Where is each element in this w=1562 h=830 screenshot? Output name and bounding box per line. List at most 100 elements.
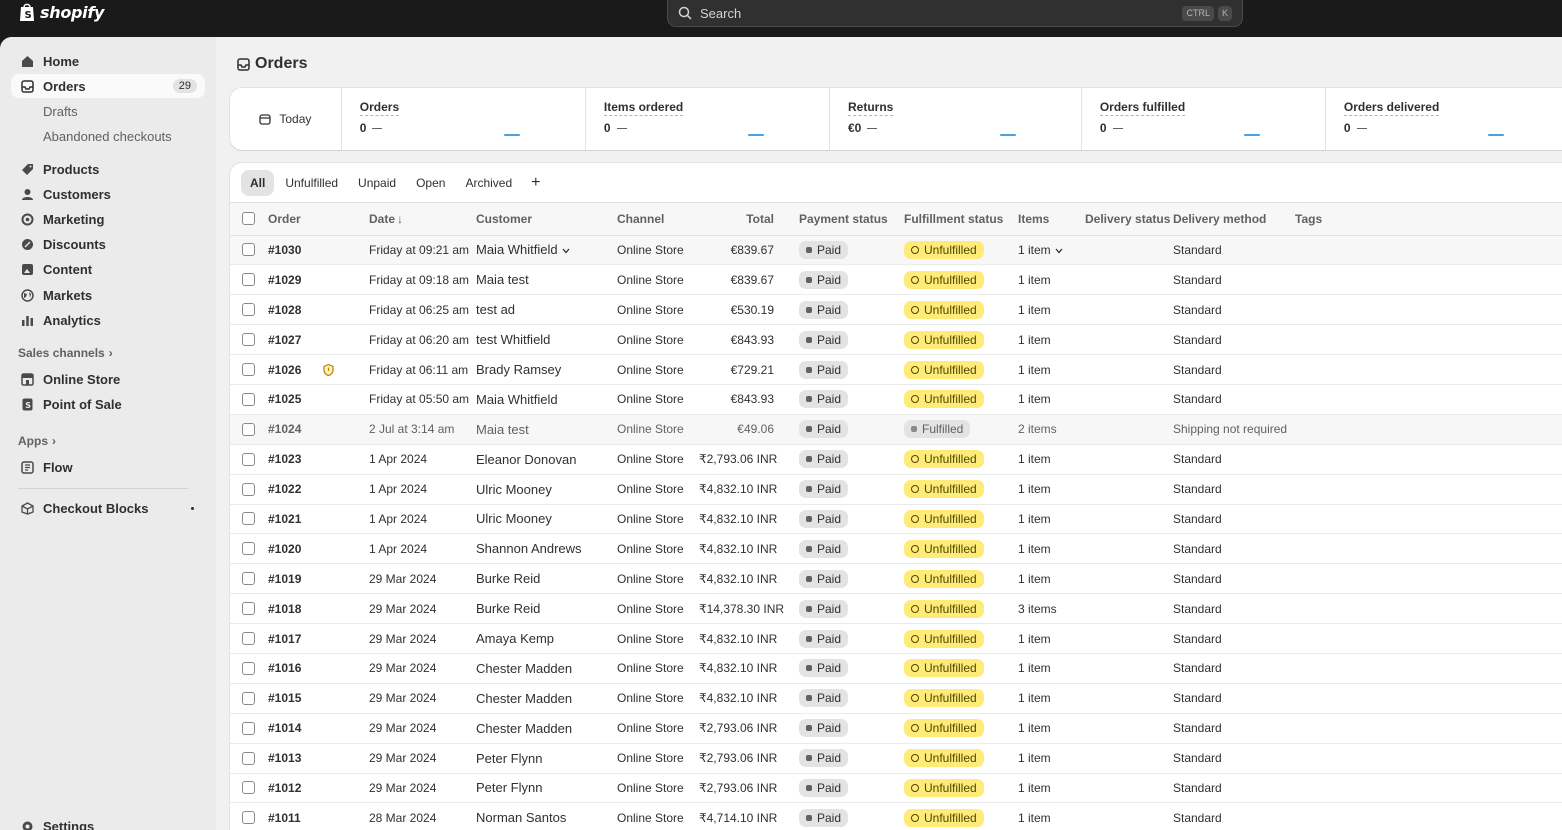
order-number-cell[interactable]: #1012	[268, 773, 369, 804]
table-row[interactable]: #1023 1 Apr 2024 Eleanor Donovan Online Sto…	[230, 444, 1562, 475]
metric-orders-delivered[interactable]: Orders delivered 0	[1326, 88, 1562, 150]
search-bar[interactable]: Search CTRL K	[667, 0, 1243, 27]
order-number[interactable]: #1022	[268, 482, 301, 496]
customer-cell[interactable]: Ulric Mooney	[476, 504, 617, 535]
order-number-cell[interactable]: #1026	[268, 354, 369, 385]
customer-cell[interactable]: Ulric Mooney	[476, 474, 617, 505]
customer-cell[interactable]: Eleanor Donovan	[476, 444, 617, 475]
row-checkbox[interactable]	[242, 781, 255, 795]
table-row[interactable]: #1021 1 Apr 2024 Ulric Mooney Online Store ₹…	[230, 504, 1562, 535]
table-row[interactable]: #1013 29 Mar 2024 Peter Flynn Online Store ₹…	[230, 743, 1562, 774]
order-number-cell[interactable]: #1011	[268, 802, 369, 830]
order-number[interactable]: #1026	[268, 363, 301, 377]
table-row[interactable]: #1014 29 Mar 2024 Chester Madden Online Sto…	[230, 713, 1562, 744]
items-cell[interactable]: 1 item	[1018, 264, 1085, 296]
customer-cell[interactable]: Chester Madden	[476, 713, 617, 744]
row-checkbox[interactable]	[242, 243, 255, 257]
sales-channels-heading[interactable]: Sales channels ›	[18, 346, 113, 360]
table-row[interactable]: #1028 Friday at 06:25 am test ad Online Sto…	[230, 294, 1562, 326]
order-number[interactable]: #1016	[268, 661, 301, 675]
table-row[interactable]: #1017 29 Mar 2024 Amaya Kemp Online Store ₹4…	[230, 623, 1562, 654]
row-checkbox[interactable]	[242, 363, 255, 376]
customer-cell[interactable]: Amaya Kemp	[476, 623, 617, 654]
table-row[interactable]: #1024 2 Jul at 3:14 am Maia test Online Sto…	[230, 414, 1562, 445]
table-row[interactable]: #1018 29 Mar 2024 Burke Reid Online Store ₹1…	[230, 593, 1562, 625]
sidebar-item-home[interactable]: Home	[11, 49, 205, 73]
sidebar-item-checkout-blocks[interactable]: Checkout Blocks	[11, 496, 205, 520]
order-number[interactable]: #1029	[268, 273, 301, 287]
row-checkbox[interactable]	[242, 721, 255, 735]
table-row[interactable]: #1020 1 Apr 2024 Shannon Andrews Online Sto…	[230, 533, 1562, 565]
order-number-cell[interactable]: #1016	[268, 653, 369, 684]
items-cell[interactable]: 1 item	[1018, 294, 1085, 326]
order-number-cell[interactable]: #1028	[268, 294, 369, 326]
customer-cell[interactable]: Norman Santos	[476, 802, 617, 830]
table-row[interactable]: #1027 Friday at 06:20 am test Whitfield Onl…	[230, 324, 1562, 356]
table-row[interactable]: #1022 1 Apr 2024 Ulric Mooney Online Store ₹…	[230, 474, 1562, 505]
order-number-cell[interactable]: #1030	[268, 235, 369, 266]
items-cell[interactable]: 1 item	[1018, 802, 1085, 830]
row-checkbox[interactable]	[242, 542, 255, 556]
items-cell[interactable]: 1 item	[1018, 384, 1085, 415]
row-checkbox[interactable]	[242, 452, 255, 466]
tab-archived[interactable]: Archived	[456, 170, 521, 196]
items-cell[interactable]: 2 items	[1018, 414, 1085, 445]
tab-open[interactable]: Open	[407, 170, 454, 196]
order-number-cell[interactable]: #1022	[268, 474, 369, 505]
sidebar-item-marketing[interactable]: Marketing	[11, 207, 205, 231]
order-number-cell[interactable]: #1029	[268, 264, 369, 296]
row-checkbox[interactable]	[242, 572, 255, 586]
customer-cell[interactable]: Peter Flynn	[476, 773, 617, 804]
order-number-cell[interactable]: #1021	[268, 504, 369, 535]
table-row[interactable]: #1026 Friday at 06:11 am Brady Ramsey Onlin…	[230, 354, 1562, 385]
metric-items-ordered[interactable]: Items ordered 0	[586, 88, 830, 150]
sidebar-item-markets[interactable]: Markets	[11, 283, 205, 307]
tab-all[interactable]: All	[241, 169, 275, 196]
row-checkbox[interactable]	[242, 392, 255, 406]
order-number[interactable]: #1017	[268, 632, 301, 646]
order-number[interactable]: #1014	[268, 721, 301, 735]
table-row[interactable]: #1015 29 Mar 2024 Chester Madden Online Sto…	[230, 683, 1562, 714]
metric-returns[interactable]: Returns €0	[830, 88, 1082, 150]
row-checkbox[interactable]	[242, 691, 255, 705]
table-row[interactable]: #1030 Friday at 09:21 am Maia Whitfield Onl…	[230, 235, 1562, 266]
order-number-cell[interactable]: #1014	[268, 713, 369, 744]
select-all-checkbox[interactable]	[242, 212, 255, 226]
order-number-cell[interactable]: #1025	[268, 384, 369, 415]
sidebar-item-orders[interactable]: Orders 29	[11, 74, 205, 98]
tab-unpaid[interactable]: Unpaid	[349, 170, 405, 196]
items-cell[interactable]: 1 item	[1018, 743, 1085, 774]
row-checkbox[interactable]	[242, 602, 255, 616]
order-number[interactable]: #1020	[268, 542, 301, 556]
row-checkbox[interactable]	[242, 482, 255, 496]
customer-cell[interactable]: Maia Whitfield	[476, 384, 617, 415]
items-cell[interactable]: 1 item	[1018, 324, 1085, 356]
customer-cell[interactable]: Maia Whitfield	[476, 235, 617, 266]
table-row[interactable]: #1025 Friday at 05:50 am Maia Whitfield Onl…	[230, 384, 1562, 415]
order-number-cell[interactable]: #1027	[268, 324, 369, 356]
customer-cell[interactable]: Brady Ramsey	[476, 354, 617, 385]
items-cell[interactable]: 1 item	[1018, 653, 1085, 684]
customer-cell[interactable]: Shannon Andrews	[476, 533, 617, 565]
items-cell[interactable]: 1 item	[1018, 713, 1085, 744]
order-number[interactable]: #1019	[268, 572, 301, 586]
metric-orders[interactable]: Orders 0	[342, 88, 586, 150]
order-number[interactable]: #1030	[268, 243, 301, 257]
items-cell[interactable]: 1 item	[1018, 235, 1085, 266]
order-number-cell[interactable]: #1019	[268, 563, 369, 595]
table-row[interactable]: #1019 29 Mar 2024 Burke Reid Online Store ₹4…	[230, 563, 1562, 595]
order-number-cell[interactable]: #1018	[268, 593, 369, 625]
order-number[interactable]: #1011	[268, 811, 301, 825]
customer-cell[interactable]: Chester Madden	[476, 683, 617, 714]
customer-cell[interactable]: test Whitfield	[476, 324, 617, 356]
customer-cell[interactable]: Maia test	[476, 264, 617, 296]
sidebar-item-analytics[interactable]: Analytics	[11, 308, 205, 332]
date-range-picker[interactable]: Today	[230, 88, 342, 150]
sidebar-item-customers[interactable]: Customers	[11, 182, 205, 206]
chevron-down-icon[interactable]	[562, 248, 570, 254]
risk-icon[interactable]	[323, 364, 334, 377]
order-number-cell[interactable]: #1017	[268, 623, 369, 654]
row-checkbox[interactable]	[242, 303, 255, 317]
row-checkbox[interactable]	[242, 632, 255, 646]
sidebar-item-point-of-sale[interactable]: S Point of Sale	[11, 392, 205, 416]
